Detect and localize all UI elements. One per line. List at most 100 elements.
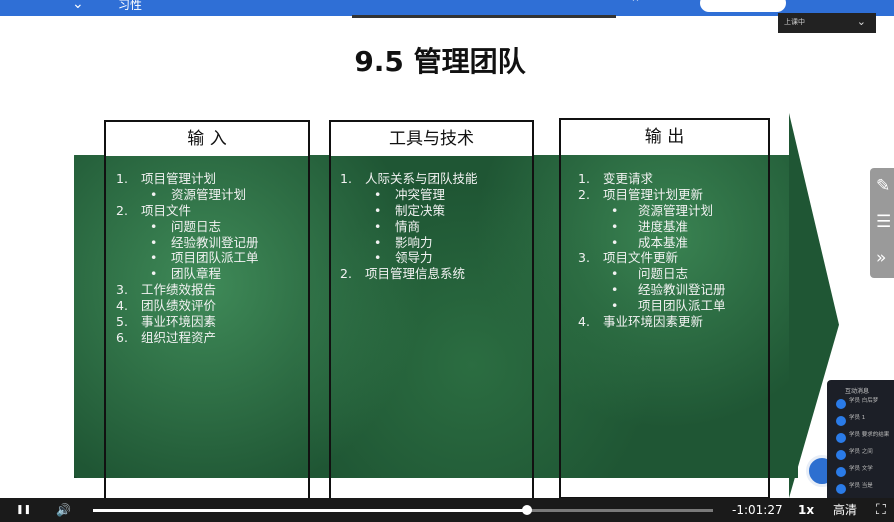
- avatar: [836, 416, 846, 426]
- list-item: 4. 团队绩效评价: [116, 298, 306, 314]
- inputs-header: 输 入: [106, 122, 308, 156]
- chat-message: 学员 当是: [827, 481, 894, 498]
- bullet-icon: •: [150, 234, 158, 250]
- outputs-list: 1. 变更请求 2. 项目管理计划更新 • 资源管理计划 • 进度基准 • 成本基准 3. 项目文件更…: [578, 171, 768, 330]
- collapse-icon[interactable]: ⌄: [857, 15, 866, 28]
- sub-list-item: • 成本基准: [578, 235, 768, 251]
- sub-item-text: 情商: [395, 218, 421, 234]
- list-item: 6. 组织过程资产: [116, 330, 306, 346]
- bullet-icon: •: [611, 202, 619, 218]
- time-remaining: -1:01:27: [732, 503, 783, 517]
- sub-list-item: • 问题日志: [578, 266, 768, 282]
- avatar: [836, 484, 846, 494]
- chat-message: 学员 文学: [827, 464, 894, 481]
- video-controls: ❚❚ 🔊 -1:01:27 1x 高清 ⛶: [0, 498, 894, 522]
- quality-button[interactable]: 高清: [833, 498, 857, 522]
- sub-item-text: 制定决策: [395, 202, 446, 218]
- sub-list-item: • 团队章程: [116, 266, 306, 282]
- sub-item-text: 成本基准: [638, 234, 689, 250]
- expand-icon[interactable]: »: [876, 248, 886, 268]
- sub-list-item: • 进度基准: [578, 219, 768, 235]
- chat-message: 学员 要求的结果: [827, 430, 894, 447]
- item-number: 1.: [340, 171, 352, 186]
- sub-list-item: • 问题日志: [116, 219, 306, 235]
- sub-list-item: • 经验教训登记册: [578, 282, 768, 298]
- chat-message-text: 学员 1: [849, 415, 866, 421]
- bullet-icon: •: [374, 234, 382, 250]
- sub-item-text: 项目团队派工单: [638, 298, 726, 314]
- sub-item-text: 领导力: [395, 250, 433, 266]
- item-number: 2.: [340, 266, 352, 282]
- bullet-icon: •: [374, 218, 382, 234]
- volume-icon[interactable]: 🔊: [56, 498, 71, 522]
- bullet-icon: •: [611, 282, 619, 298]
- comment-icon[interactable]: ☰: [876, 212, 891, 232]
- sub-list-item: • 影响力: [340, 235, 530, 251]
- sub-list-item: • 冲突管理: [340, 187, 530, 203]
- thumbnail-label: 上课中: [784, 18, 805, 26]
- item-text: 项目文件: [141, 202, 192, 218]
- list-item: 3. 项目文件更新: [578, 250, 768, 266]
- player-top-bar: ⌄ 习性 ⌃: [0, 0, 894, 18]
- bullet-icon: •: [611, 234, 619, 250]
- sub-list-item: • 情商: [340, 219, 530, 235]
- item-number: 4.: [578, 314, 590, 330]
- bullet-icon: •: [374, 186, 382, 202]
- course-title: 习性: [118, 0, 143, 10]
- list-item: 1. 项目管理计划: [116, 171, 306, 187]
- sub-list-item: • 经验教训登记册: [116, 235, 306, 251]
- item-number: 3.: [116, 282, 128, 298]
- item-number: 4.: [116, 298, 128, 314]
- item-number: 2.: [578, 186, 590, 202]
- inputs-list: 1. 项目管理计划 • 资源管理计划 2. 项目文件 • 问题日志 • 经验教训登记册 • 项目团队派…: [116, 171, 306, 346]
- list-item: 2. 项目管理计划更新: [578, 187, 768, 203]
- bullet-icon: •: [374, 250, 382, 266]
- sub-item-text: 问题日志: [638, 266, 689, 282]
- fullscreen-icon[interactable]: ⛶: [876, 498, 886, 522]
- chat-message-text: 学员 当是: [849, 483, 873, 489]
- teacher-video-thumbnail[interactable]: 上课中 ⌄: [778, 13, 876, 33]
- item-text: 人际关系与团队技能: [365, 171, 478, 186]
- list-item: 5. 事业环境因素: [116, 314, 306, 330]
- tools-list: 1. 人际关系与团队技能 • 冲突管理 • 制定决策 • 情商 • 影响力 • 领导力 2. 项目管理信息…: [340, 171, 530, 282]
- bullet-icon: •: [611, 298, 619, 314]
- pencil-icon[interactable]: ✎: [876, 176, 890, 196]
- item-number: 1.: [116, 171, 128, 186]
- bullet-icon: •: [611, 218, 619, 234]
- item-text: 事业环境因素: [141, 314, 217, 330]
- side-toolbar: ✎ ☰ »: [870, 168, 894, 278]
- chevron-down-icon[interactable]: ⌄: [72, 0, 84, 12]
- avatar: [836, 399, 846, 409]
- item-text: 团队绩效评价: [141, 298, 217, 314]
- item-text: 项目管理计划: [141, 171, 217, 186]
- item-number: 1.: [578, 171, 590, 186]
- chat-message: 学员 之间: [827, 447, 894, 464]
- outputs-header: 输 出: [561, 120, 768, 154]
- bullet-icon: •: [374, 202, 382, 218]
- item-text: 事业环境因素更新: [603, 314, 704, 330]
- pause-icon[interactable]: ❚❚: [16, 498, 31, 522]
- chat-panel[interactable]: 互动消息 学员 白后梦学员 1学员 要求的结果学员 之间学员 文学学员 当是学员…: [827, 380, 894, 498]
- chevron-up-icon[interactable]: ⌃: [630, 0, 641, 11]
- sub-item-text: 资源管理计划: [638, 202, 714, 218]
- item-text: 项目管理计划更新: [603, 186, 704, 202]
- tools-header: 工具与技术: [331, 122, 532, 156]
- list-item: 3. 工作绩效报告: [116, 282, 306, 298]
- sub-item-text: 项目团队派工单: [171, 250, 259, 266]
- item-number: 5.: [116, 314, 128, 330]
- bullet-icon: •: [611, 266, 619, 282]
- progress-bar[interactable]: [93, 505, 713, 515]
- item-text: 变更请求: [603, 171, 654, 186]
- slide-title: 9.5 管理团队: [354, 45, 526, 78]
- speed-button[interactable]: 1x: [798, 498, 814, 522]
- slide-progress-strip: [352, 15, 616, 18]
- list-item: 2. 项目文件: [116, 203, 306, 219]
- chat-title: 互动消息: [845, 388, 870, 395]
- sub-item-text: 冲突管理: [395, 186, 446, 202]
- list-item: 1. 变更请求: [578, 171, 768, 187]
- progress-handle[interactable]: [522, 505, 532, 515]
- sub-list-item: • 制定决策: [340, 203, 530, 219]
- chat-message-text: 学员 白后梦: [849, 398, 879, 404]
- sub-item-text: 进度基准: [638, 218, 689, 234]
- top-action-pill[interactable]: [700, 0, 786, 12]
